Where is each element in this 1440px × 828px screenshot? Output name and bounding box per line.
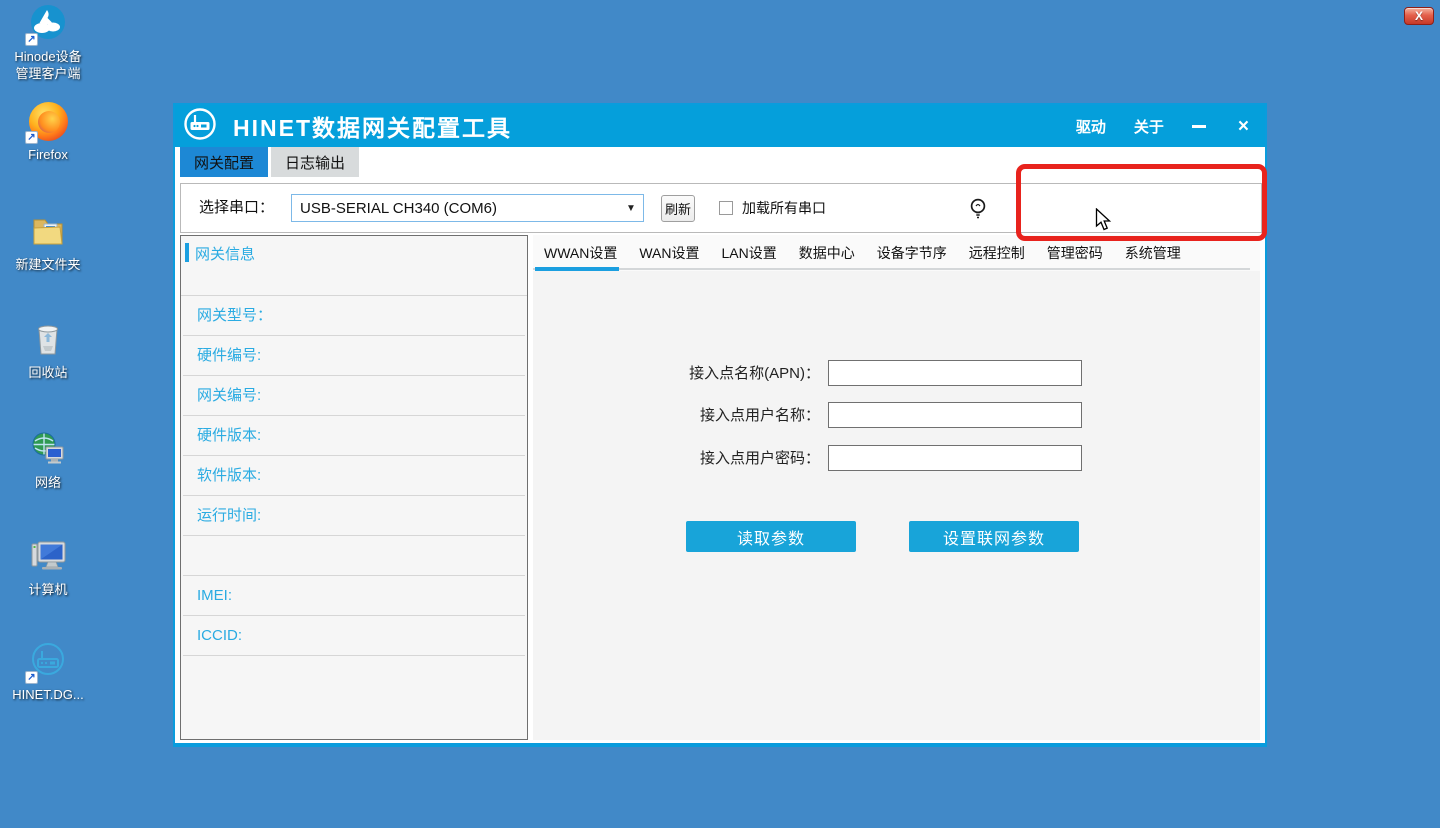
info-row-iccid: ICCID:: [183, 616, 525, 656]
desktop-icon-label: Firefox: [28, 146, 68, 163]
apn-user-input[interactable]: [828, 402, 1082, 428]
screen-close-button[interactable]: X: [1404, 7, 1434, 25]
settings-panel: WWAN设置 WAN设置 LAN设置 数据中心 设备字节序 远程控制 管理密码 …: [533, 235, 1260, 740]
shortcut-arrow-icon: ↗: [25, 131, 38, 144]
apn-pass-label: 接入点用户密码：: [560, 445, 820, 473]
info-row-hw-sn: 硬件编号:: [183, 336, 525, 376]
apn-user-row: 接入点用户名称：: [533, 402, 1260, 430]
desktop-icon-hinode-client[interactable]: ↗ Hinode设备 管理客户端: [2, 2, 94, 82]
tab-gateway-config[interactable]: 网关配置: [180, 147, 268, 177]
info-row-model: 网关型号：: [183, 296, 525, 336]
serial-port-label: 选择串口：: [199, 184, 274, 232]
lightbulb-icon[interactable]: [967, 197, 989, 226]
window-title: HINET数据网关配置工具: [233, 109, 1076, 143]
minimize-button[interactable]: [1192, 125, 1206, 128]
close-button[interactable]: ×: [1238, 117, 1249, 136]
info-row-gw-sn: 网关编号:: [183, 376, 525, 416]
apn-user-label: 接入点用户名称：: [560, 402, 820, 430]
tab-datacenter[interactable]: 数据中心: [788, 243, 866, 263]
apn-pass-input[interactable]: [828, 445, 1082, 471]
apn-pass-row: 接入点用户密码：: [533, 445, 1260, 473]
folder-icon: [27, 210, 69, 252]
tabstrip-underline: [533, 268, 1250, 270]
desktop-icon-network[interactable]: 网络: [2, 428, 94, 491]
read-params-button[interactable]: 读取参数: [686, 521, 856, 552]
tab-remote[interactable]: 远程控制: [958, 243, 1036, 263]
titlebar: HINET数据网关配置工具 驱动 关于 ×: [175, 105, 1265, 147]
chevron-down-icon: ▼: [619, 203, 643, 214]
desktop-icon-label: 网络: [35, 474, 61, 491]
desktop-icon-new-folder[interactable]: 新建文件夹: [2, 210, 94, 273]
window-body: 选择串口： USB-SERIAL CH340 (COM6) ▼ 刷新 加载所有串…: [175, 177, 1265, 743]
active-tab-indicator: [535, 267, 619, 271]
serial-port-bar: 选择串口： USB-SERIAL CH340 (COM6) ▼ 刷新 加载所有串…: [180, 183, 1262, 233]
desktop-icon-label: Hinode设备 管理客户端: [14, 48, 81, 82]
info-row-empty: [183, 536, 525, 576]
app-window: HINET数据网关配置工具 驱动 关于 × 网关配置 日志输出 选择串口： US…: [173, 103, 1267, 747]
serial-port-select[interactable]: USB-SERIAL CH340 (COM6) ▼: [291, 194, 644, 222]
gateway-info-header: 网关信息: [181, 236, 527, 296]
hinode-client-icon: ↗: [27, 2, 69, 44]
desktop-icon-label: 新建文件夹: [15, 256, 80, 273]
tab-byteorder[interactable]: 设备字节序: [866, 243, 958, 263]
about-menu-button[interactable]: 关于: [1134, 116, 1164, 137]
computer-icon: [27, 535, 69, 577]
settings-tabstrip: WWAN设置 WAN设置 LAN设置 数据中心 设备字节序 远程控制 管理密码 …: [533, 235, 1260, 271]
serial-port-value: USB-SERIAL CH340 (COM6): [292, 200, 619, 217]
app-logo-icon: [183, 107, 217, 146]
desktop-icon-computer[interactable]: 计算机: [2, 535, 94, 598]
apn-input[interactable]: [828, 360, 1082, 386]
info-row-uptime: 运行时间:: [183, 496, 525, 536]
refresh-button[interactable]: 刷新: [661, 195, 695, 222]
desktop-icon-label: HINET.DG...: [12, 686, 84, 703]
apn-row: 接入点名称(APN)：: [533, 360, 1260, 388]
tab-wan[interactable]: WAN设置: [628, 243, 710, 263]
tab-system[interactable]: 系统管理: [1114, 243, 1192, 263]
info-row-hw-ver: 硬件版本:: [183, 416, 525, 456]
set-network-params-button[interactable]: 设置联网参数: [909, 521, 1079, 552]
tab-log-output[interactable]: 日志输出: [271, 147, 359, 177]
network-icon: [27, 428, 69, 470]
desktop-icon-label: 计算机: [28, 581, 67, 598]
shortcut-arrow-icon: ↗: [25, 671, 38, 684]
firefox-icon: ↗: [27, 100, 69, 142]
load-all-ports-label: 加载所有串口: [742, 184, 826, 232]
tab-lan[interactable]: LAN设置: [711, 243, 788, 263]
tab-password[interactable]: 管理密码: [1036, 243, 1114, 263]
desktop-icon-recycle-bin[interactable]: 回收站: [2, 318, 94, 381]
hinet-dg-icon: ↗: [27, 640, 69, 682]
info-row-imei: IMEI:: [183, 576, 525, 616]
gateway-info-panel: 网关信息 网关型号： 硬件编号: 网关编号: 硬件版本: 软件版本: 运行时间:…: [180, 235, 528, 740]
apn-label: 接入点名称(APN)：: [560, 360, 820, 388]
tab-wwan[interactable]: WWAN设置: [533, 243, 628, 263]
accent-bar: [185, 243, 189, 262]
desktop-icon-hinet-dg[interactable]: ↗ HINET.DG...: [2, 640, 94, 703]
load-all-ports-checkbox[interactable]: [719, 201, 733, 215]
desktop-icon-firefox[interactable]: ↗ Firefox: [2, 100, 94, 163]
desktop-icon-label: 回收站: [28, 364, 67, 381]
recycle-bin-icon: [27, 318, 69, 360]
window-tabstrip: 网关配置 日志输出: [175, 147, 1265, 177]
info-row-sw-ver: 软件版本:: [183, 456, 525, 496]
driver-menu-button[interactable]: 驱动: [1076, 116, 1106, 137]
shortcut-arrow-icon: ↗: [25, 33, 38, 46]
